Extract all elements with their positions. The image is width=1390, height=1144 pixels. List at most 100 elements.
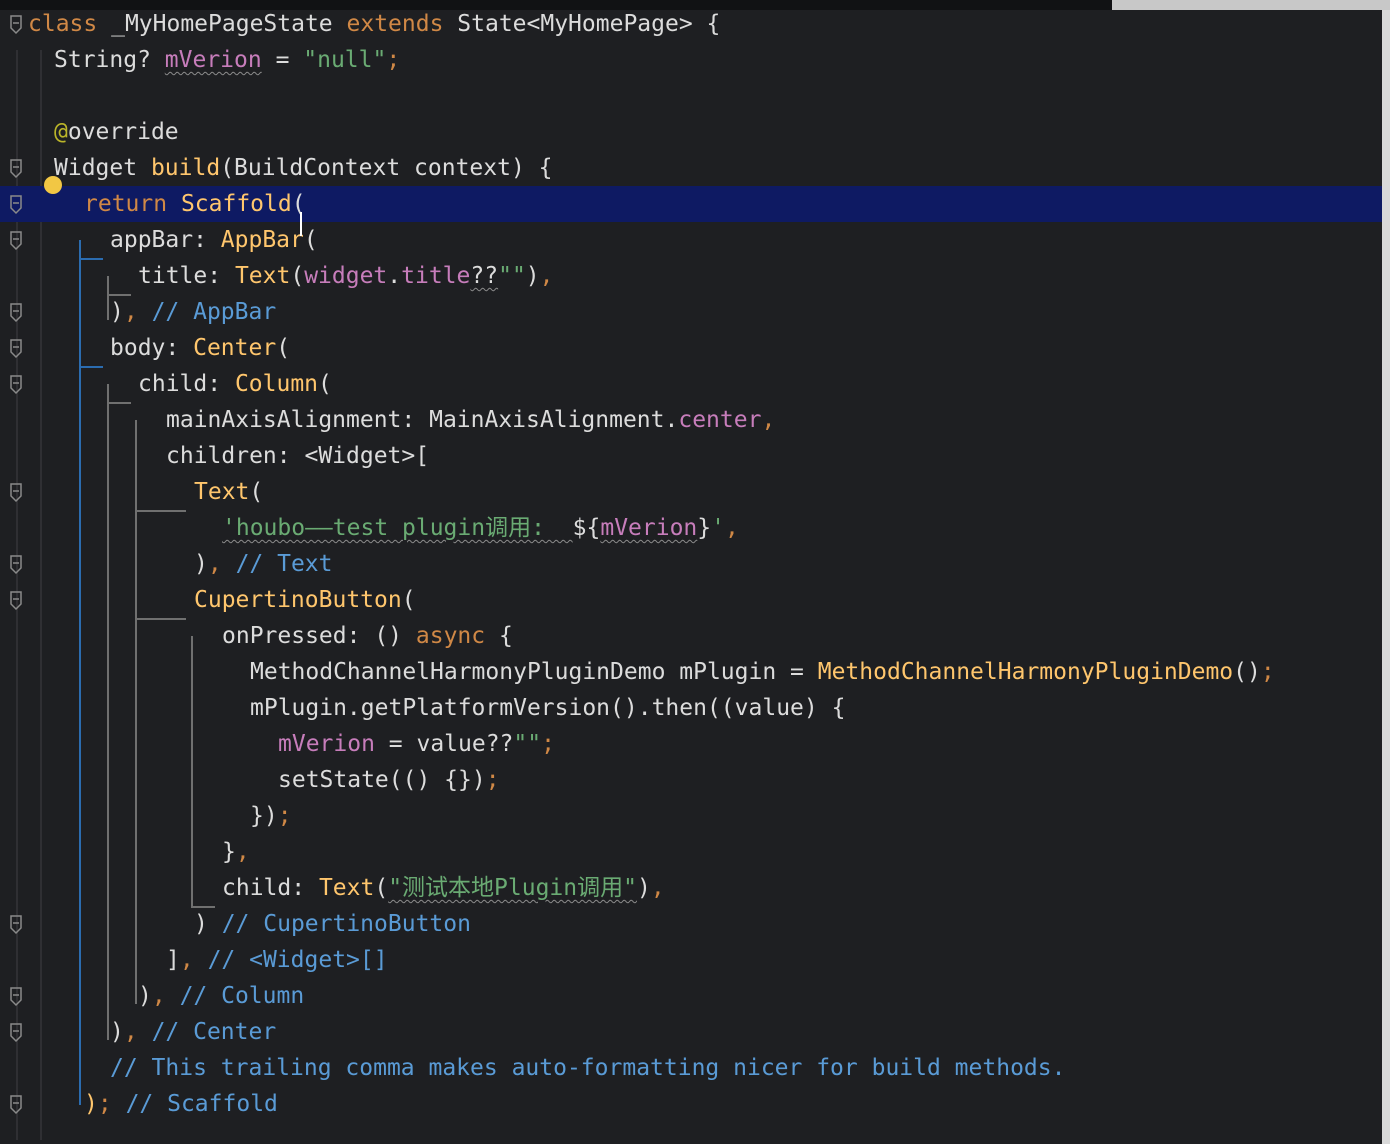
code-line[interactable]: });	[0, 798, 1382, 834]
code-line[interactable]: appBar: AppBar(	[0, 222, 1382, 258]
code-text: ); // Scaffold	[84, 1086, 278, 1122]
code-line[interactable]: mVerion = value??"";	[0, 726, 1382, 762]
code-line[interactable]: CupertinoButton(	[0, 582, 1382, 618]
code-line[interactable]: MethodChannelHarmonyPluginDemo mPlugin =…	[0, 654, 1382, 690]
code-text: });	[250, 798, 292, 834]
code-line[interactable]: mainAxisAlignment: MainAxisAlignment.cen…	[0, 402, 1382, 438]
code-line[interactable]: ), // Center	[0, 1014, 1382, 1050]
code-token: ,	[650, 875, 665, 901]
code-token: )	[110, 299, 124, 325]
code-text: Text(	[194, 474, 263, 510]
code-token: )	[84, 1091, 98, 1117]
code-token: }	[697, 515, 712, 541]
code-token: ]	[166, 947, 180, 973]
code-line[interactable]: title: Text(widget.title??""),	[0, 258, 1382, 294]
fold-marker-icon[interactable]	[9, 228, 23, 252]
code-token: ;	[277, 803, 292, 829]
fold-marker-icon[interactable]	[9, 156, 23, 180]
code-token: "测试本地Plugin调用"	[388, 875, 637, 901]
code-text: // This trailing comma makes auto-format…	[110, 1050, 1065, 1086]
code-token: // AppBar	[137, 299, 277, 325]
fold-marker-icon[interactable]	[9, 1020, 23, 1044]
code-token: children: <Widget>[	[166, 443, 430, 469]
code-token: _MyHomePageState	[97, 11, 347, 37]
code-text: body: Center(	[110, 330, 290, 366]
code-text: ), // Text	[194, 546, 333, 582]
code-line[interactable]: body: Center(	[0, 330, 1382, 366]
code-token: CupertinoButton	[194, 587, 402, 613]
code-token: )	[525, 263, 540, 289]
code-line[interactable]: return Scaffold(	[0, 186, 1382, 222]
fold-marker-icon[interactable]	[9, 480, 23, 504]
code-token: title	[401, 263, 471, 289]
code-line[interactable]: setState(() {});	[0, 762, 1382, 798]
code-line[interactable]: // This trailing comma makes auto-format…	[0, 1050, 1382, 1086]
code-text: child: Column(	[138, 366, 332, 402]
fold-marker-icon[interactable]	[9, 552, 23, 576]
code-line[interactable]: Text(	[0, 474, 1382, 510]
code-token: (BuildContext context) {	[220, 155, 553, 181]
code-line[interactable]: ); // Scaffold	[0, 1086, 1382, 1122]
code-line[interactable]: class _MyHomePageState extends State<MyH…	[0, 6, 1382, 42]
code-token: State<MyHomePage> {	[443, 11, 721, 37]
fold-marker-icon[interactable]	[9, 300, 23, 324]
code-token: Column	[234, 371, 319, 397]
code-token: (	[318, 371, 332, 397]
code-token: '	[711, 515, 725, 541]
fold-marker-icon[interactable]	[9, 336, 23, 360]
code-token: ,	[761, 407, 776, 433]
code-token: // <Widget>[]	[193, 947, 388, 973]
code-token: widget	[304, 263, 388, 289]
code-token: (	[249, 479, 264, 505]
code-line[interactable]: ), // AppBar	[0, 294, 1382, 330]
lightbulb-icon[interactable]	[44, 176, 62, 194]
code-line[interactable]: String? mVerion = "null";	[0, 42, 1382, 78]
code-token: appBar:	[110, 227, 221, 253]
code-token: async	[415, 623, 486, 649]
code-text: title: Text(widget.title??""),	[138, 258, 554, 294]
code-token: mVerion	[164, 47, 262, 73]
code-token: child:	[138, 371, 235, 397]
code-token: child:	[222, 875, 319, 901]
code-line[interactable]: ), // Column	[0, 978, 1382, 1014]
code-token: ,	[123, 1019, 138, 1045]
code-token: ${	[572, 515, 601, 541]
code-token: mPlugin.getPlatformVersion().then((value…	[250, 695, 846, 721]
code-line[interactable]: onPressed: () async {	[0, 618, 1382, 654]
fold-marker-icon[interactable]	[9, 12, 23, 36]
fold-marker-icon[interactable]	[9, 588, 23, 612]
code-token: ;	[97, 1091, 112, 1117]
code-token: String?	[54, 47, 165, 73]
fold-marker-icon[interactable]	[9, 912, 23, 936]
code-line[interactable]: Widget build(BuildContext context) {	[0, 150, 1382, 186]
side-panel-edge	[1382, 10, 1390, 1144]
code-line[interactable]: mPlugin.getPlatformVersion().then((value…	[0, 690, 1382, 726]
fold-marker-icon[interactable]	[9, 1092, 23, 1116]
code-line[interactable]: @override	[0, 114, 1382, 150]
code-line[interactable]: child: Text("测试本地Plugin调用"),	[0, 870, 1382, 906]
code-line[interactable]: ) // CupertinoButton	[0, 906, 1382, 942]
code-line[interactable]: ), // Text	[0, 546, 1382, 582]
code-line[interactable]: },	[0, 834, 1382, 870]
code-text: ), // AppBar	[110, 294, 276, 330]
code-text: setState(() {});	[278, 762, 500, 798]
code-line[interactable]: 'houbo——test plugin调用: ${mVerion}',	[0, 510, 1382, 546]
code-line[interactable]	[0, 78, 1382, 114]
code-text: MethodChannelHarmonyPluginDemo mPlugin =…	[250, 654, 1275, 690]
code-token: ;	[541, 731, 555, 757]
code-token: Widget	[54, 155, 151, 181]
code-token: (	[290, 263, 305, 289]
fold-marker-icon[interactable]	[9, 984, 23, 1008]
code-line[interactable]: children: <Widget>[	[0, 438, 1382, 474]
code-line[interactable]: child: Column(	[0, 366, 1382, 402]
code-token: Center	[193, 335, 277, 361]
fold-marker-icon[interactable]	[9, 192, 23, 216]
code-text: ), // Column	[138, 978, 304, 1014]
code-token: Text	[318, 875, 375, 901]
code-token: onPressed: ()	[222, 623, 416, 649]
code-editor[interactable]: class _MyHomePageState extends State<MyH…	[0, 0, 1390, 1144]
fold-marker-icon[interactable]	[9, 372, 23, 396]
code-token: {	[485, 623, 513, 649]
code-line[interactable]: ], // <Widget>[]	[0, 942, 1382, 978]
code-token: mainAxisAlignment: MainAxisAlignment.	[166, 407, 679, 433]
